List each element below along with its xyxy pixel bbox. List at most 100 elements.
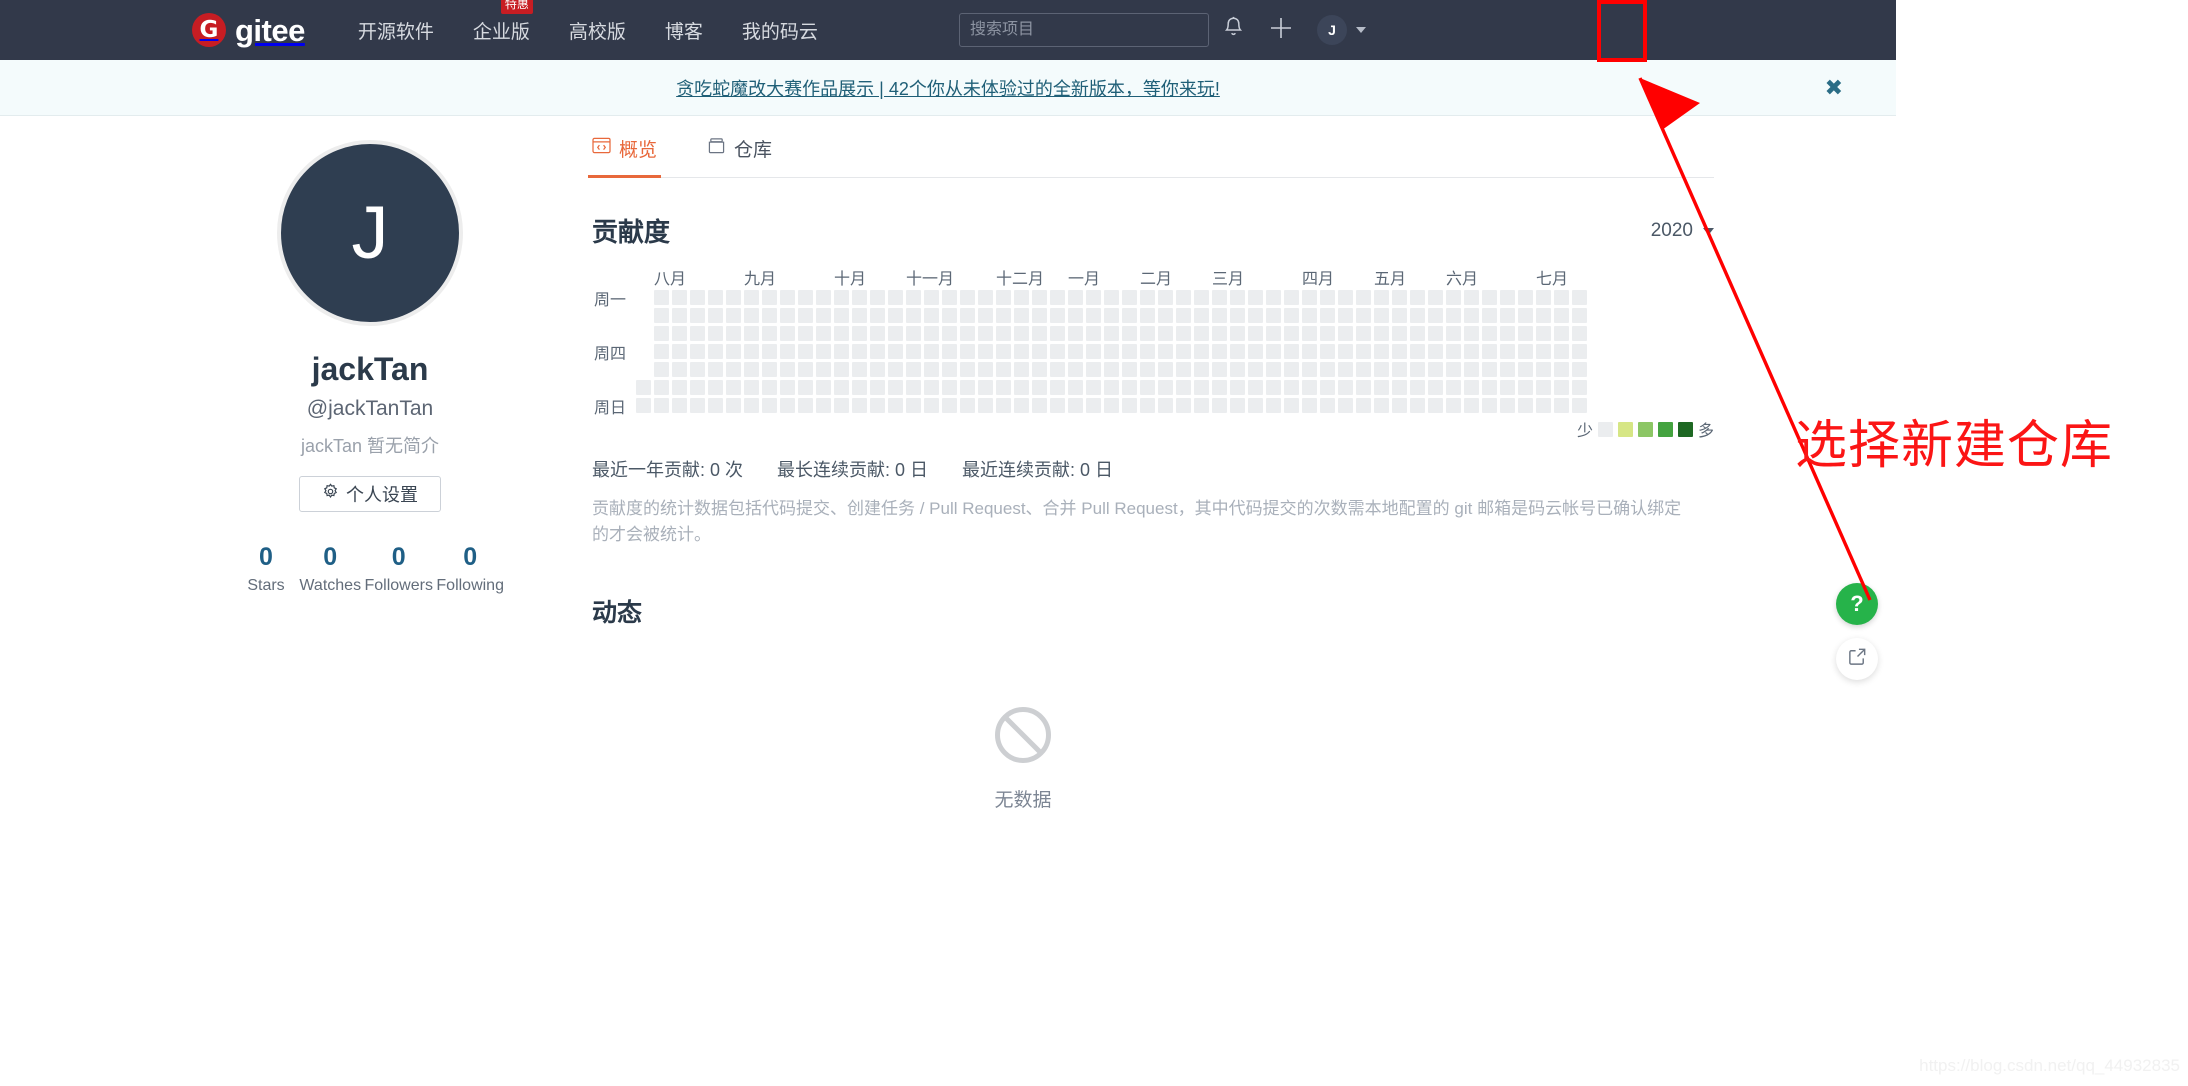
heatmap-cell[interactable] (1518, 362, 1533, 377)
heatmap-cell[interactable] (1068, 362, 1083, 377)
heatmap-cell[interactable] (726, 344, 741, 359)
heatmap-cell[interactable] (1032, 290, 1047, 305)
heatmap-cell[interactable] (852, 344, 867, 359)
heatmap-cell[interactable] (1356, 344, 1371, 359)
heatmap-cell[interactable] (1374, 380, 1389, 395)
heatmap-cell[interactable] (1266, 398, 1281, 413)
heatmap-cell[interactable] (1014, 362, 1029, 377)
heatmap-cell[interactable] (816, 326, 831, 341)
heatmap-cell[interactable] (1104, 326, 1119, 341)
heatmap-cell[interactable] (1104, 290, 1119, 305)
heatmap-cell[interactable] (1086, 362, 1101, 377)
heatmap-cell[interactable] (1194, 398, 1209, 413)
heatmap-cell[interactable] (834, 362, 849, 377)
heatmap-cell[interactable] (1122, 398, 1137, 413)
heatmap-cell[interactable] (1518, 326, 1533, 341)
heatmap-cell[interactable] (1122, 308, 1137, 323)
heatmap-cell[interactable] (1536, 290, 1551, 305)
heatmap-cell[interactable] (1032, 308, 1047, 323)
heatmap-cell[interactable] (654, 290, 669, 305)
heatmap-cell[interactable] (1068, 308, 1083, 323)
heatmap-cell[interactable] (1014, 380, 1029, 395)
heatmap-cell[interactable] (1086, 344, 1101, 359)
heatmap-cell[interactable] (1068, 398, 1083, 413)
heatmap-cell[interactable] (1428, 290, 1443, 305)
heatmap-cell[interactable] (1572, 398, 1587, 413)
heatmap-cell[interactable] (744, 308, 759, 323)
heatmap-cell[interactable] (1554, 362, 1569, 377)
heatmap-cell[interactable] (708, 290, 723, 305)
heatmap-cell[interactable] (978, 344, 993, 359)
heatmap-cell[interactable] (1104, 344, 1119, 359)
heatmap-cell[interactable] (1572, 362, 1587, 377)
heatmap-cell[interactable] (1212, 380, 1227, 395)
heatmap-cell[interactable] (672, 344, 687, 359)
heatmap-cell[interactable] (924, 308, 939, 323)
heatmap-cell[interactable] (1068, 380, 1083, 395)
heatmap-cell[interactable] (1032, 380, 1047, 395)
heatmap-cell[interactable] (1482, 290, 1497, 305)
heatmap-cell[interactable] (1068, 344, 1083, 359)
heatmap-cell[interactable] (1518, 290, 1533, 305)
heatmap-cell[interactable] (1122, 326, 1137, 341)
heatmap-cell[interactable] (1320, 326, 1335, 341)
heatmap-cell[interactable] (1194, 344, 1209, 359)
heatmap-cell[interactable] (1554, 308, 1569, 323)
heatmap-cell[interactable] (1266, 326, 1281, 341)
heatmap-cell[interactable] (1104, 380, 1119, 395)
personal-settings-button[interactable]: 个人设置 (299, 476, 441, 513)
heatmap-cell[interactable] (1050, 308, 1065, 323)
heatmap-cell[interactable] (1392, 326, 1407, 341)
heatmap-cell[interactable] (1176, 290, 1191, 305)
heatmap-cell[interactable] (1194, 308, 1209, 323)
user-menu-button[interactable]: J (1305, 15, 1366, 45)
heatmap-cell[interactable] (1086, 326, 1101, 341)
heatmap-cell[interactable] (654, 380, 669, 395)
heatmap-cell[interactable] (1392, 344, 1407, 359)
heatmap-cell[interactable] (1320, 380, 1335, 395)
heatmap-cell[interactable] (708, 362, 723, 377)
heatmap-cell[interactable] (1212, 326, 1227, 341)
heatmap-cell[interactable] (1464, 380, 1479, 395)
heatmap-cell[interactable] (654, 326, 669, 341)
heatmap-cell[interactable] (1320, 290, 1335, 305)
heatmap-cell[interactable] (816, 398, 831, 413)
nav-item-my-gitee[interactable]: 我的码云 (742, 17, 818, 44)
heatmap-cell[interactable] (1266, 362, 1281, 377)
heatmap-cell[interactable] (1446, 344, 1461, 359)
heatmap-cell[interactable] (870, 362, 885, 377)
heatmap-cell[interactable] (1410, 380, 1425, 395)
heatmap-cell[interactable] (870, 380, 885, 395)
heatmap-cell[interactable] (906, 398, 921, 413)
heatmap-cell[interactable] (1446, 362, 1461, 377)
heatmap-cell[interactable] (960, 380, 975, 395)
heatmap-cell[interactable] (780, 344, 795, 359)
heatmap-cell[interactable] (1464, 344, 1479, 359)
heatmap-cell[interactable] (1140, 362, 1155, 377)
heatmap-cell[interactable] (1140, 308, 1155, 323)
heatmap-cell[interactable] (960, 326, 975, 341)
stat-following[interactable]: 0 Following (436, 544, 504, 595)
heatmap-cell[interactable] (1338, 398, 1353, 413)
heatmap-cell[interactable] (1050, 398, 1065, 413)
heatmap-cell[interactable] (654, 308, 669, 323)
heatmap-cell[interactable] (690, 308, 705, 323)
heatmap-cell[interactable] (1392, 290, 1407, 305)
heatmap-cell[interactable] (672, 326, 687, 341)
heatmap-cell[interactable] (1374, 308, 1389, 323)
heatmap-cell[interactable] (996, 380, 1011, 395)
heatmap-cell[interactable] (888, 290, 903, 305)
heatmap-cell[interactable] (690, 290, 705, 305)
heatmap-cell[interactable] (1266, 344, 1281, 359)
heatmap-cell[interactable] (726, 362, 741, 377)
heatmap-cell[interactable] (1464, 362, 1479, 377)
heatmap-cell[interactable] (924, 344, 939, 359)
heatmap-cell[interactable] (1248, 290, 1263, 305)
heatmap-cell[interactable] (1500, 398, 1515, 413)
heatmap-cell[interactable] (1356, 398, 1371, 413)
heatmap-cell[interactable] (996, 290, 1011, 305)
heatmap-cell[interactable] (942, 380, 957, 395)
heatmap-cell[interactable] (816, 362, 831, 377)
heatmap-cell[interactable] (1050, 290, 1065, 305)
heatmap-cell[interactable] (1302, 380, 1317, 395)
